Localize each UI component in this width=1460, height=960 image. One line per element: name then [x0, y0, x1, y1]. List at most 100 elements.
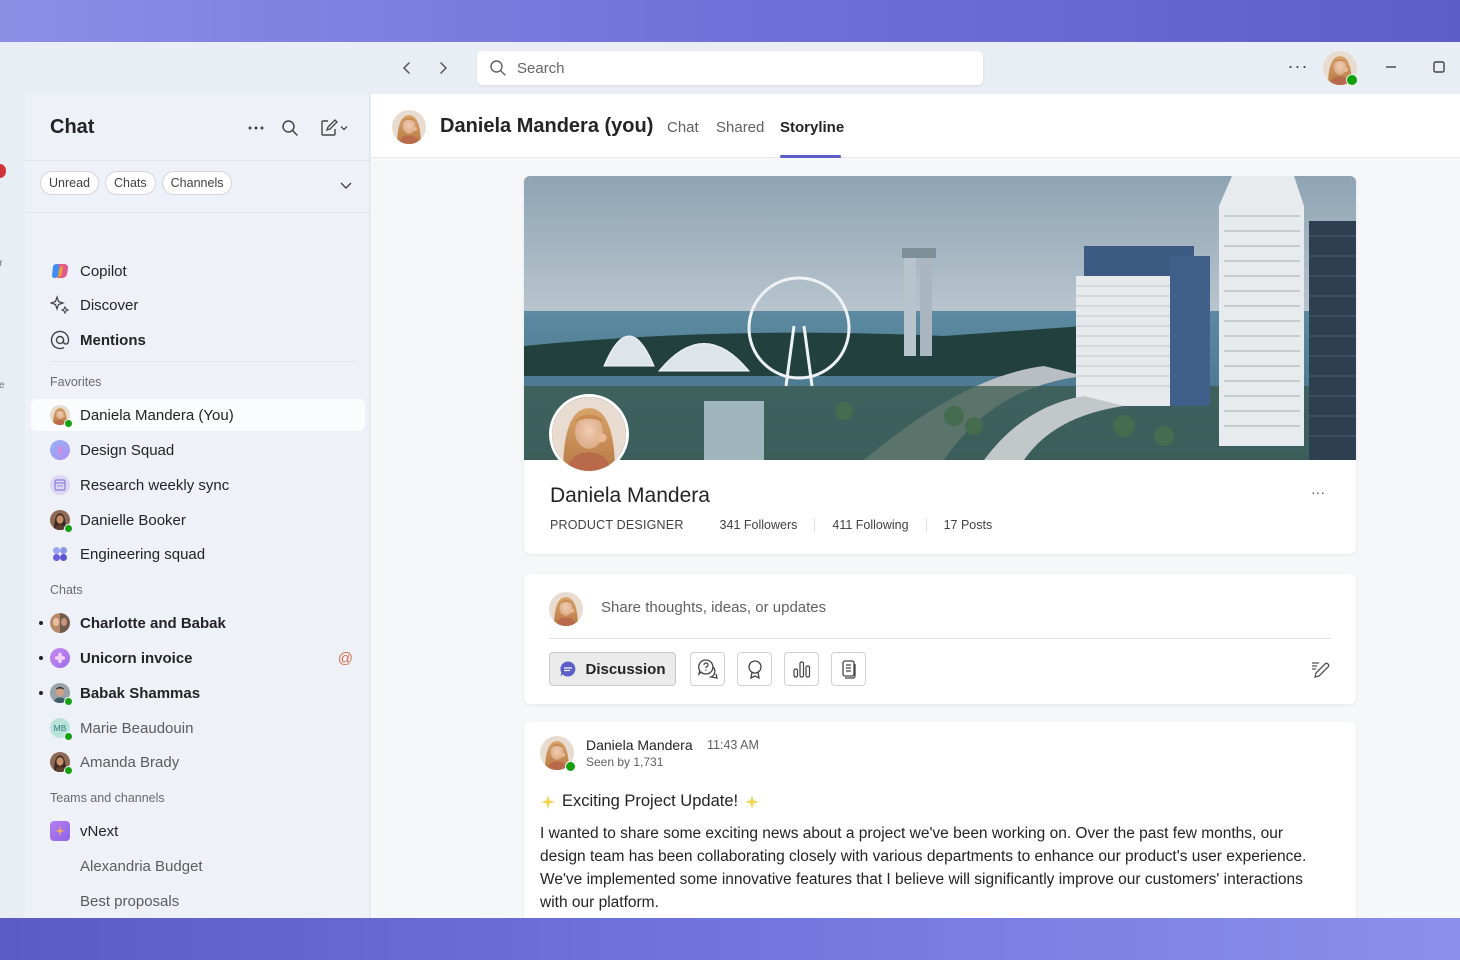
- nav-item-label: Discover: [80, 296, 139, 314]
- post-title: Exciting Project Update!: [540, 792, 760, 811]
- search-icon: [490, 60, 506, 76]
- nav-item-discover[interactable]: Discover: [31, 289, 365, 321]
- unread-dot: [39, 691, 43, 695]
- search-input[interactable]: [517, 59, 937, 77]
- chat-unicorn-invoice[interactable]: Unicorn invoice @: [31, 642, 365, 674]
- profile-meta: PRODUCT DESIGNER 341 Followers 411 Follo…: [550, 518, 1009, 532]
- list-item-label: Design Squad: [80, 441, 175, 459]
- search-box[interactable]: [477, 51, 983, 85]
- main-content: Daniela Mandera (you) Chat Shared Storyl…: [371, 94, 1460, 918]
- title-bar: ···: [0, 42, 1460, 94]
- chat-marie-beaudouin[interactable]: MB Marie Beaudouin: [31, 712, 365, 744]
- article-post-button[interactable]: [831, 652, 866, 686]
- compose-input[interactable]: [601, 599, 1321, 616]
- post-body: I wanted to share some exciting news abo…: [540, 825, 1307, 911]
- post-composer: Discussion: [524, 574, 1356, 704]
- divider: [25, 160, 370, 161]
- question-post-button[interactable]: [690, 652, 725, 686]
- chat-search-button[interactable]: [278, 116, 302, 140]
- chat-list-pane: Chat Unread Chats Channels Copilot Disco…: [25, 94, 370, 918]
- forward-button[interactable]: [431, 56, 455, 80]
- copilot-icon: [50, 261, 70, 281]
- chevron-right-icon: [440, 62, 448, 74]
- nav-item-label: Copilot: [80, 262, 127, 280]
- more-options-button[interactable]: ···: [1286, 56, 1310, 80]
- desktop-background: [0, 918, 1460, 960]
- list-item-label: Daniela Mandera (You): [80, 406, 234, 424]
- favorite-engineering-squad[interactable]: Engineering squad: [31, 538, 365, 570]
- channel-best-proposals[interactable]: Best proposals: [31, 885, 365, 917]
- profile-card: Daniela Mandera PRODUCT DESIGNER 341 Fol…: [524, 176, 1356, 554]
- favorite-danielle-booker[interactable]: Danielle Booker: [31, 504, 365, 536]
- maximize-button[interactable]: [1428, 56, 1450, 78]
- calendar-icon: [50, 475, 70, 495]
- list-item-label: Amanda Brady: [80, 753, 180, 771]
- notification-badge: [0, 164, 6, 178]
- team-icon: [50, 821, 70, 841]
- discussion-icon: [560, 661, 576, 677]
- mention-badge-icon: @: [337, 649, 353, 667]
- poll-post-button[interactable]: [784, 652, 819, 686]
- expand-editor-button[interactable]: [1309, 658, 1331, 680]
- filter-expand-button[interactable]: [337, 176, 355, 194]
- nav-item-mentions[interactable]: Mentions: [31, 324, 365, 356]
- post-card: Daniela Mandera 11:43 AM Seen by 1,731 E…: [524, 722, 1356, 918]
- article-icon: [841, 660, 856, 679]
- tab-shared[interactable]: Shared: [716, 119, 764, 136]
- team-vnext[interactable]: vNext: [31, 815, 365, 847]
- section-chats: Chats: [50, 583, 83, 597]
- followers-count[interactable]: 341 Followers: [720, 518, 815, 532]
- minimize-button[interactable]: [1380, 56, 1402, 78]
- favorite-design-squad[interactable]: Design Squad: [31, 434, 365, 466]
- list-item-label: vNext: [80, 822, 119, 840]
- chat-more-button[interactable]: [244, 116, 268, 140]
- profile-role: PRODUCT DESIGNER: [550, 518, 684, 532]
- section-favorites: Favorites: [50, 375, 102, 389]
- praise-icon: [747, 660, 762, 680]
- discussion-button[interactable]: Discussion: [549, 652, 676, 686]
- back-button[interactable]: [395, 56, 419, 80]
- following-count[interactable]: 411 Following: [814, 518, 925, 532]
- avatar-initials: MB: [53, 723, 67, 733]
- favorite-daniela-mandera[interactable]: Daniela Mandera (You): [31, 399, 365, 431]
- new-chat-button[interactable]: [314, 116, 354, 140]
- group-avatar-icon: [50, 648, 70, 668]
- filter-chats[interactable]: Chats: [105, 171, 156, 195]
- list-item-label: Charlotte and Babak: [80, 614, 226, 632]
- favorite-research-weekly-sync[interactable]: Research weekly sync: [31, 469, 365, 501]
- presence-available-icon: [64, 732, 73, 741]
- chevron-left-icon: [402, 62, 410, 74]
- more-horizontal-icon: [248, 126, 264, 130]
- filter-pills: Unread Chats Channels: [40, 171, 233, 195]
- posts-count[interactable]: 17 Posts: [925, 518, 1010, 532]
- chat-amanda-brady[interactable]: Amanda Brady: [31, 746, 365, 778]
- chevron-down-icon: [340, 182, 352, 189]
- filter-unread[interactable]: Unread: [40, 171, 99, 195]
- chat-title: Daniela Mandera (you): [440, 115, 654, 137]
- list-item-label: Unicorn invoice: [80, 649, 193, 667]
- avatar: [50, 510, 73, 533]
- list-item-label: Danielle Booker: [80, 511, 186, 529]
- avatar: [392, 110, 426, 144]
- channel-alexandria-budget[interactable]: Alexandria Budget: [31, 850, 365, 882]
- user-avatar-button[interactable]: [1323, 51, 1358, 86]
- nav-item-label: Mentions: [80, 331, 146, 349]
- praise-post-button[interactable]: [737, 652, 772, 686]
- active-tab-indicator: [780, 155, 841, 158]
- list-item-label: Alexandria Budget: [80, 857, 203, 875]
- post-timestamp: 11:43 AM: [707, 738, 759, 752]
- presence-available-icon: [64, 419, 73, 428]
- tab-storyline[interactable]: Storyline: [780, 119, 844, 136]
- filter-channels[interactable]: Channels: [161, 171, 233, 195]
- tab-chat[interactable]: Chat: [667, 119, 699, 136]
- chat-charlotte-and-babak[interactable]: Charlotte and Babak: [31, 607, 365, 639]
- nav-item-copilot[interactable]: Copilot: [31, 255, 365, 287]
- post-title-text: Exciting Project Update!: [562, 792, 739, 810]
- avatar: [50, 752, 73, 775]
- post-author[interactable]: Daniela Mandera: [586, 737, 693, 753]
- group-avatar: [50, 613, 70, 633]
- profile-more-button[interactable]: ···: [1308, 484, 1328, 500]
- discussion-label: Discussion: [585, 660, 666, 678]
- chat-babak-shammas[interactable]: Babak Shammas: [31, 677, 365, 709]
- list-item-label: Research weekly sync: [80, 476, 230, 494]
